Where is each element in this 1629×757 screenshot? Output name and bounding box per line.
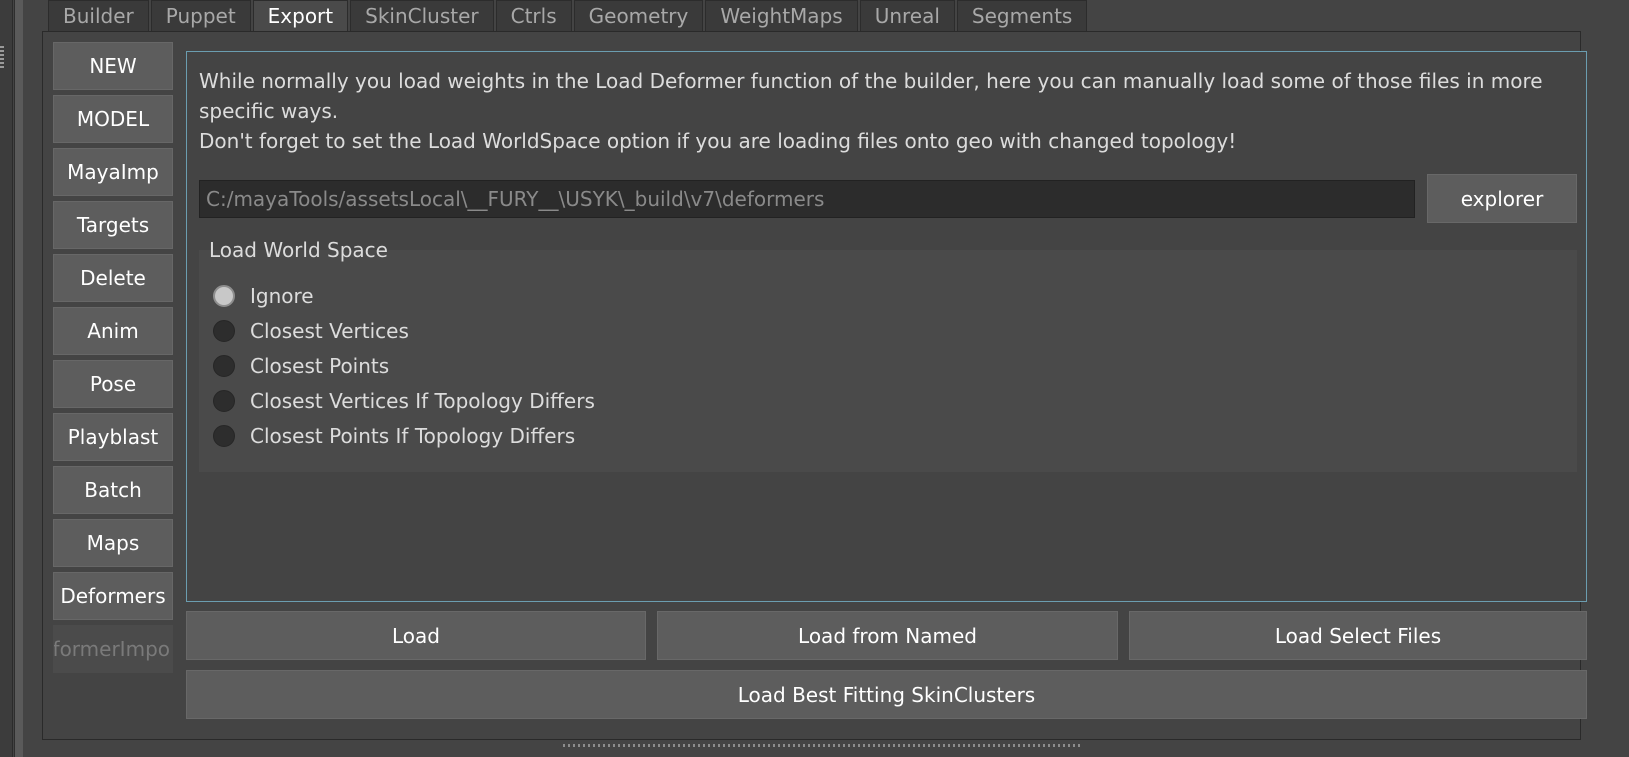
load-select-files-button[interactable]: Load Select Files xyxy=(1129,611,1587,660)
description-text: While normally you load weights in the L… xyxy=(199,66,1569,156)
load-best-fitting-skinclusters-button[interactable]: Load Best Fitting SkinClusters xyxy=(186,670,1587,719)
sidebar-item-targets[interactable]: Targets xyxy=(53,201,173,249)
radio-label: Closest Vertices xyxy=(250,319,409,343)
sidebar-item-deformers[interactable]: Deformers xyxy=(53,572,173,620)
load-world-space-title: Load World Space xyxy=(209,238,388,262)
explorer-button[interactable]: explorer xyxy=(1427,174,1577,223)
load-button[interactable]: Load xyxy=(186,611,646,660)
description-line-2: Don't forget to set the Load WorldSpace … xyxy=(199,129,1237,153)
tab-geometry[interactable]: Geometry xyxy=(573,0,704,31)
tab-segments[interactable]: Segments xyxy=(956,0,1088,31)
description-line-1: While normally you load weights in the L… xyxy=(199,69,1543,123)
radio-icon[interactable] xyxy=(213,320,235,342)
drag-handle-icon[interactable] xyxy=(0,46,4,70)
sidebar-item-delete[interactable]: Delete xyxy=(53,254,173,302)
sidebar-item-batch[interactable]: Batch xyxy=(53,466,173,514)
tab-export[interactable]: Export xyxy=(252,0,349,31)
left-window-edge xyxy=(0,0,23,757)
radio-icon[interactable] xyxy=(213,390,235,412)
tab-unreal[interactable]: Unreal xyxy=(859,0,955,31)
path-field[interactable] xyxy=(199,180,1415,218)
deformer-import-panel: While normally you load weights in the L… xyxy=(186,51,1587,602)
load-from-named-button[interactable]: Load from Named xyxy=(657,611,1118,660)
radio-label: Closest Vertices If Topology Differs xyxy=(250,389,595,413)
radio-option-closest-vertices[interactable]: Closest Vertices xyxy=(213,319,409,343)
load-world-space-group: Ignore Closest Vertices Closest Points C… xyxy=(199,250,1577,472)
radio-selected-icon[interactable] xyxy=(213,285,235,307)
radio-option-closest-points[interactable]: Closest Points xyxy=(213,354,389,378)
sidebar-item-maps[interactable]: Maps xyxy=(53,519,173,567)
tab-bar: Builder Puppet Export SkinCluster Ctrls … xyxy=(48,0,1088,31)
sidebar-item-model[interactable]: MODEL xyxy=(53,95,173,143)
export-sidebar: NEW MODEL MayaImp Targets Delete Anim Po… xyxy=(53,42,175,678)
sidebar-item-playblast[interactable]: Playblast xyxy=(53,413,173,461)
sidebar-item-anim[interactable]: Anim xyxy=(53,307,173,355)
left-scrollbar[interactable] xyxy=(14,0,23,757)
radio-icon[interactable] xyxy=(213,425,235,447)
radio-option-ignore[interactable]: Ignore xyxy=(213,284,314,308)
tab-weightmaps[interactable]: WeightMaps xyxy=(705,0,858,31)
sidebar-item-mayaimp[interactable]: MayaImp xyxy=(53,148,173,196)
radio-label: Closest Points If Topology Differs xyxy=(250,424,576,448)
sidebar-item-deformerimport[interactable]: eformerImpo xyxy=(53,625,173,673)
radio-label: Ignore xyxy=(250,284,314,308)
tab-ctrls[interactable]: Ctrls xyxy=(495,0,572,31)
resize-handle[interactable] xyxy=(563,744,1083,747)
tab-puppet[interactable]: Puppet xyxy=(150,0,251,31)
sidebar-item-pose[interactable]: Pose xyxy=(53,360,173,408)
radio-label: Closest Points xyxy=(250,354,390,378)
sidebar-item-new[interactable]: NEW xyxy=(53,42,173,90)
radio-option-closest-points-if-topology-differs[interactable]: Closest Points If Topology Differs xyxy=(213,424,575,448)
tab-skincluster[interactable]: SkinCluster xyxy=(350,0,494,31)
tab-builder[interactable]: Builder xyxy=(48,0,149,31)
radio-option-closest-vertices-if-topology-differs[interactable]: Closest Vertices If Topology Differs xyxy=(213,389,595,413)
radio-icon[interactable] xyxy=(213,355,235,377)
